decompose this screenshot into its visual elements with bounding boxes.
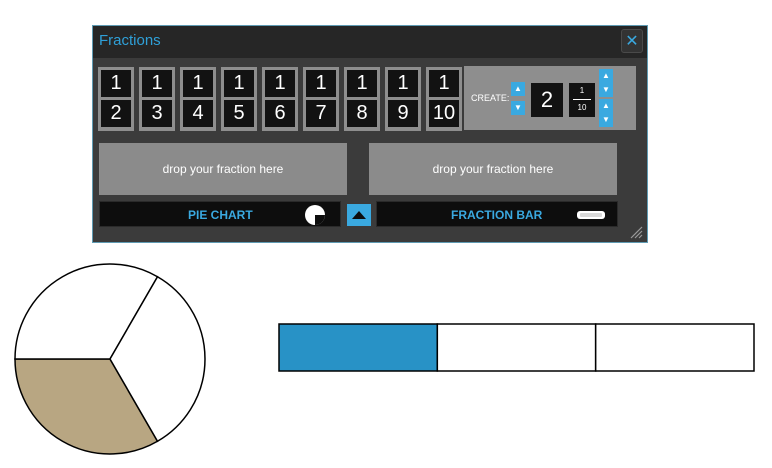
pie-chart: [14, 263, 206, 455]
fraction-bar: [278, 323, 755, 372]
fraction-bar-segment: [594, 323, 755, 372]
fraction-bar-segment: [278, 323, 439, 372]
fraction-bar-segment: [436, 323, 597, 372]
visualization-area: [14, 263, 755, 455]
